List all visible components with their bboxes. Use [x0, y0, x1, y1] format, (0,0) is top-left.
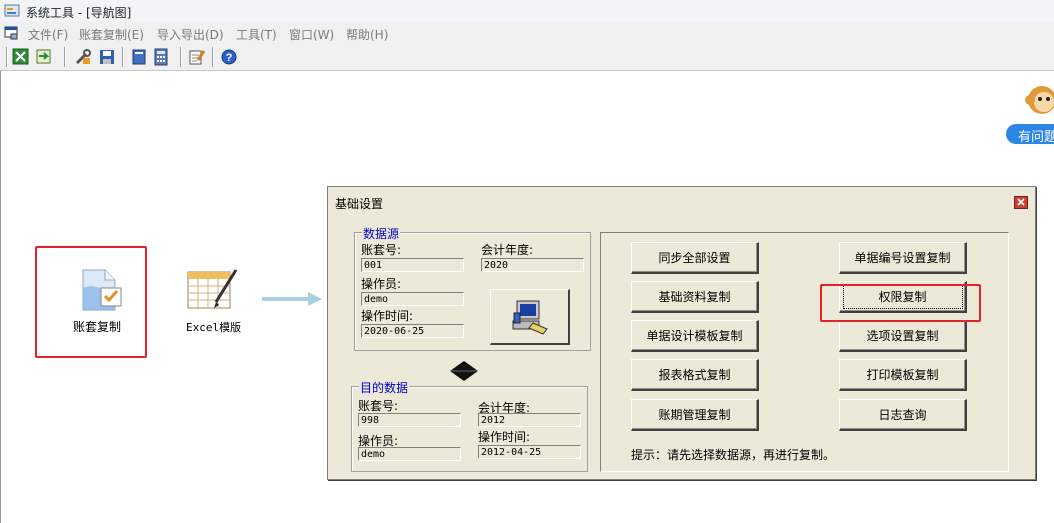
source-time-label: 操作时间: — [361, 309, 414, 323]
basic-settings-dialog: 基础设置 数据源 账套号: 001 会计年度: 2020 操作员: demo 操… — [327, 186, 1036, 480]
source-group-title: 数据源 — [362, 225, 401, 242]
down-arrow-icon — [450, 361, 478, 381]
toolbar-separator — [180, 47, 182, 67]
source-year-field[interactable]: 2020 — [481, 258, 584, 272]
target-operator-field[interactable]: demo — [358, 447, 461, 461]
toolbar-separator — [6, 47, 8, 67]
sync-all-settings-button[interactable]: 同步全部设置 — [631, 242, 759, 274]
mdi-child-icon[interactable] — [4, 26, 20, 40]
flow-arrow-icon — [262, 292, 322, 306]
close-button[interactable] — [1014, 196, 1028, 209]
target-group-title: 目的数据 — [359, 379, 410, 396]
copy-document-template-button[interactable]: 单据设计模板复制 — [631, 320, 759, 352]
app-tools-icon — [4, 4, 20, 17]
svg-text:?: ? — [226, 52, 233, 64]
copy-period-management-button[interactable]: 账期管理复制 — [631, 399, 759, 431]
menu-bar: 文件(F) 账套复制(E) 导入导出(D) 工具(T) 窗口(W) 帮助(H) — [0, 22, 1054, 44]
help-badge[interactable]: 有问题 — [1006, 124, 1054, 145]
edit-note-icon[interactable] — [188, 48, 206, 66]
save-icon[interactable] — [98, 48, 116, 66]
help-icon[interactable]: ? — [220, 48, 238, 66]
menu-file[interactable]: 文件(F) — [28, 26, 68, 43]
window-title: 系统工具 - [导航图] — [26, 6, 132, 20]
copy-option-settings-button[interactable]: 选项设置复制 — [839, 320, 967, 352]
account-copy-icon[interactable] — [79, 268, 127, 314]
close-icon — [1017, 198, 1025, 206]
toolbar-separator — [64, 47, 66, 67]
computer-icon — [512, 300, 548, 335]
toolbar-separator — [212, 47, 214, 67]
target-account-no-label: 账套号: — [358, 399, 399, 413]
copy-report-format-button[interactable]: 报表格式复制 — [631, 359, 759, 391]
copy-actions-panel: 同步全部设置 基础资料复制 单据设计模板复制 报表格式复制 账期管理复制 单据编… — [600, 232, 1009, 472]
select-source-button[interactable] — [490, 289, 570, 345]
target-account-no-field[interactable]: 998 — [358, 413, 461, 427]
settings-tools-icon[interactable] — [74, 48, 92, 66]
target-group: 目的数据 账套号: 998 会计年度: 2012 操作员: demo 操作时间:… — [351, 379, 588, 472]
target-time-label: 操作时间: — [478, 430, 531, 444]
target-time-field[interactable]: 2012-04-25 — [478, 445, 581, 459]
copy-print-template-button[interactable]: 打印模板复制 — [839, 359, 967, 391]
toolbar: ? — [0, 44, 1054, 71]
source-year-label: 会计年度: — [481, 243, 534, 257]
toolbar-separator — [122, 47, 124, 67]
excel-template-icon[interactable] — [186, 268, 240, 314]
title-bar: 系统工具 - [导航图] — [0, 0, 1054, 23]
excel-template-label[interactable]: Excel模版 — [186, 319, 241, 335]
source-operator-label: 操作员: — [361, 277, 402, 291]
book-icon[interactable] — [130, 48, 148, 66]
source-group: 数据源 账套号: 001 会计年度: 2020 操作员: demo 操作时间: … — [354, 225, 591, 351]
excel-import-icon[interactable] — [36, 48, 54, 66]
help-badge-label: 有问题 — [1018, 130, 1054, 145]
source-account-no-field[interactable]: 001 — [361, 258, 464, 272]
target-year-field[interactable]: 2012 — [478, 413, 581, 427]
source-time-field[interactable]: 2020-06-25 — [361, 324, 464, 338]
copy-document-numbering-button[interactable]: 单据编号设置复制 — [839, 242, 967, 274]
excel-export-icon[interactable] — [12, 48, 30, 66]
monkey-mascot-icon[interactable] — [1024, 82, 1054, 118]
source-account-no-label: 账套号: — [361, 243, 402, 257]
dialog-title: 基础设置 — [335, 197, 384, 211]
source-operator-field[interactable]: demo — [361, 292, 464, 306]
menu-account-copy[interactable]: 账套复制(E) — [79, 26, 144, 43]
menu-help[interactable]: 帮助(H) — [346, 26, 388, 43]
menu-tools[interactable]: 工具(T) — [236, 26, 277, 43]
copy-basic-data-button[interactable]: 基础资料复制 — [631, 281, 759, 313]
hint-text: 提示：请先选择数据源，再进行复制。 — [631, 448, 836, 462]
menu-window[interactable]: 窗口(W) — [289, 26, 334, 43]
log-query-button[interactable]: 日志查询 — [839, 399, 967, 431]
calculator-icon[interactable] — [152, 48, 170, 66]
menu-import-export[interactable]: 导入导出(D) — [157, 26, 224, 43]
account-copy-label[interactable]: 账套复制 — [73, 318, 121, 335]
highlight-frame — [820, 284, 981, 322]
